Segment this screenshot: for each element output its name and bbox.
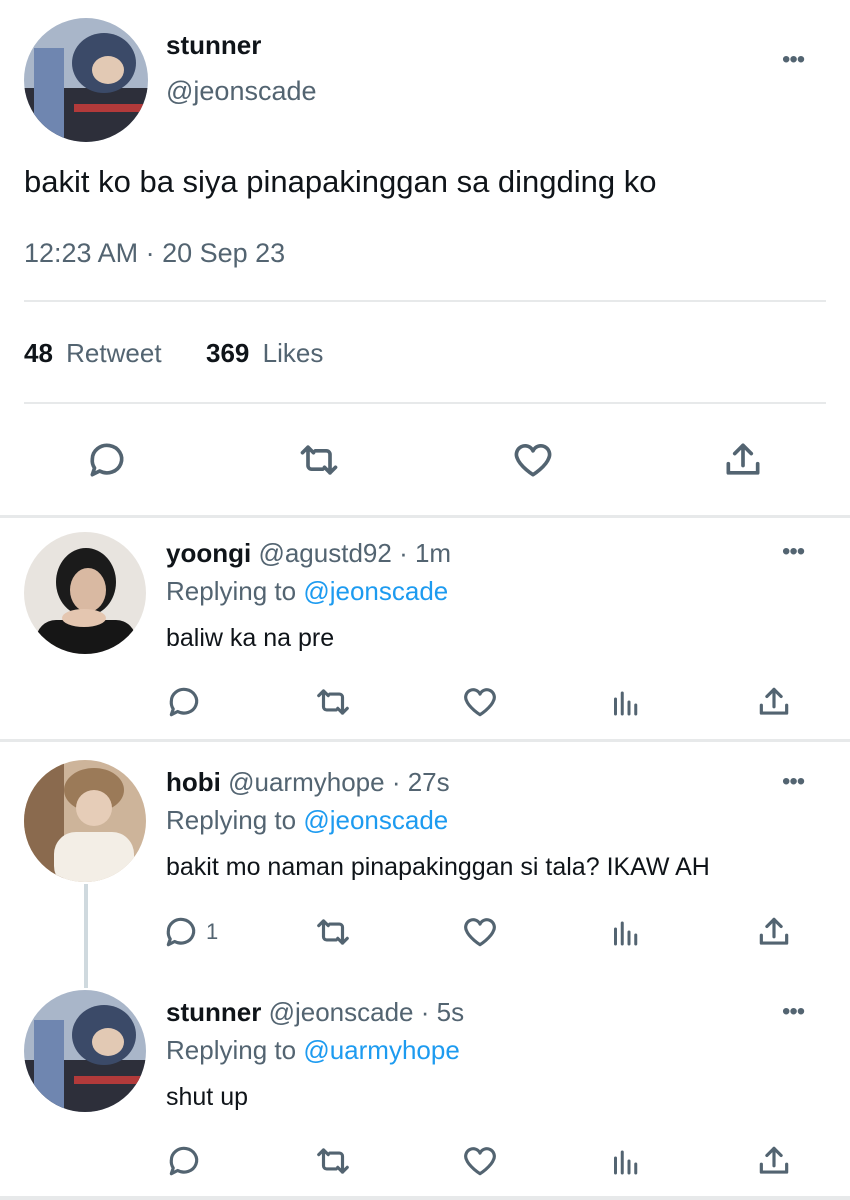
retweet-label: Retweet <box>66 338 162 368</box>
reply-avatar[interactable] <box>24 990 146 1112</box>
analytics-icon[interactable] <box>606 682 646 722</box>
replying-to-link[interactable]: @jeonscade <box>303 576 448 606</box>
reply-timestamp[interactable]: · 1m <box>399 538 451 568</box>
heart-icon[interactable] <box>458 912 502 952</box>
reply-author-handle[interactable]: @agustd92 <box>258 538 391 568</box>
retweet-icon[interactable] <box>310 912 356 952</box>
section-divider <box>0 515 850 518</box>
reply-timestamp[interactable]: · 5s <box>421 997 464 1027</box>
replying-to: Replying to @jeonscade <box>166 805 448 836</box>
retweet-icon[interactable] <box>310 682 356 722</box>
divider <box>24 300 826 302</box>
main-tweet-name[interactable]: stunner <box>166 30 261 61</box>
more-icon[interactable]: ••• <box>782 1000 805 1024</box>
replying-to: Replying to @jeonscade <box>166 576 448 607</box>
reply-header: stunner @jeonscade · 5s <box>166 997 464 1028</box>
more-icon[interactable]: ••• <box>782 540 805 564</box>
share-icon[interactable] <box>752 682 796 722</box>
retweet-count: 48 <box>24 338 53 368</box>
reply-author-name[interactable]: hobi <box>166 767 221 797</box>
section-divider <box>0 739 850 742</box>
retweet-icon[interactable] <box>292 436 346 484</box>
share-icon[interactable] <box>718 436 768 484</box>
heart-icon[interactable] <box>508 436 558 484</box>
like-count: 369 <box>206 338 250 368</box>
reply-author-handle[interactable]: @jeonscade <box>269 997 414 1027</box>
reply-author-name[interactable]: yoongi <box>166 538 251 568</box>
section-divider <box>0 1196 850 1200</box>
divider <box>24 402 826 404</box>
comment-icon[interactable] <box>82 436 132 484</box>
reply-timestamp[interactable]: · 27s <box>392 767 450 797</box>
main-avatar[interactable] <box>24 18 148 142</box>
comment-icon <box>162 913 200 951</box>
reply-author-handle[interactable]: @uarmyhope <box>228 767 384 797</box>
reply-text: bakit mo naman pinapakinggan si tala? IK… <box>166 853 710 881</box>
likes-stat[interactable]: 369 Likes <box>206 338 323 369</box>
main-tweet-text: bakit ko ba siya pinapakinggan sa dingdi… <box>24 164 657 199</box>
reply-author-name[interactable]: stunner <box>166 997 261 1027</box>
reply-count: 1 <box>206 919 219 944</box>
replying-to-prefix: Replying to <box>166 805 297 835</box>
analytics-icon[interactable] <box>606 1141 646 1181</box>
reply-avatar[interactable] <box>24 532 146 654</box>
reply-header: hobi @uarmyhope · 27s <box>166 767 450 798</box>
main-tweet-handle[interactable]: @jeonscade <box>166 76 317 107</box>
replying-to: Replying to @uarmyhope <box>166 1035 460 1066</box>
reply-text: baliw ka na pre <box>166 624 335 652</box>
heart-icon[interactable] <box>458 682 502 722</box>
comment-button[interactable]: 1 <box>162 912 218 952</box>
analytics-icon[interactable] <box>606 912 646 952</box>
replying-to-prefix: Replying to <box>166 1035 297 1065</box>
replying-to-link[interactable]: @jeonscade <box>303 805 448 835</box>
thread-line <box>84 884 88 988</box>
comment-icon[interactable] <box>162 1141 206 1181</box>
replying-to-prefix: Replying to <box>166 576 297 606</box>
share-icon[interactable] <box>752 912 796 952</box>
like-label: Likes <box>262 338 324 368</box>
share-icon[interactable] <box>752 1141 796 1181</box>
more-icon[interactable]: ••• <box>782 48 805 72</box>
heart-icon[interactable] <box>458 1141 502 1181</box>
replying-to-link[interactable]: @uarmyhope <box>303 1035 459 1065</box>
reply-header: yoongi @agustd92 · 1m <box>166 538 451 569</box>
retweet-icon[interactable] <box>310 1141 356 1181</box>
retweet-stat[interactable]: 48 Retweet <box>24 338 162 369</box>
more-icon[interactable]: ••• <box>782 770 805 794</box>
comment-icon[interactable] <box>162 682 206 722</box>
reply-text: shut up <box>166 1083 249 1111</box>
reply-avatar[interactable] <box>24 760 146 882</box>
main-tweet-timestamp[interactable]: 12:23 AM · 20 Sep 23 <box>24 238 285 269</box>
